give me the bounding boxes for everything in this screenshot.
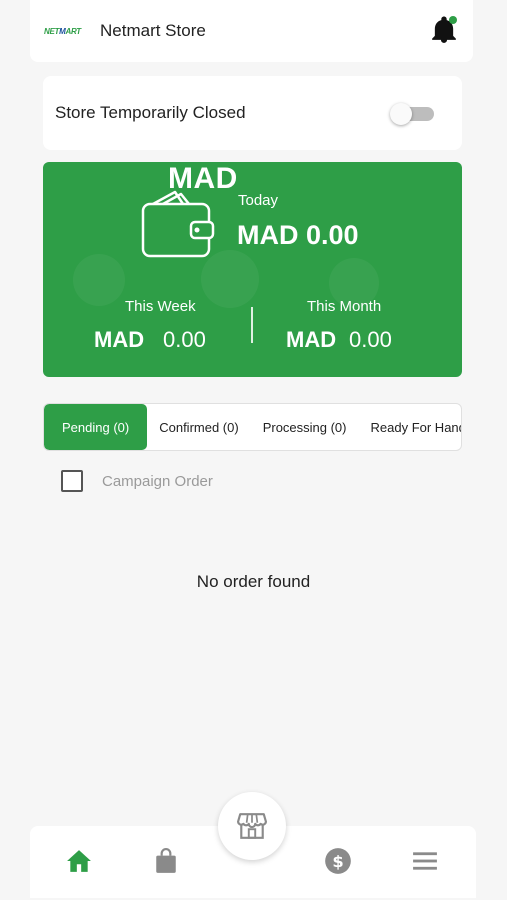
home-icon[interactable] <box>64 846 94 876</box>
bell-icon[interactable] <box>431 16 457 44</box>
dollar-icon[interactable]: $ <box>323 846 353 876</box>
store-icon[interactable] <box>218 792 286 860</box>
month-currency: MAD <box>286 327 337 352</box>
tab-confirmed[interactable]: Confirmed (0) <box>147 404 250 450</box>
store-name: Netmart Store <box>100 21 206 40</box>
campaign-order-checkbox[interactable] <box>61 470 83 492</box>
app-header: NET M ART Netmart Store <box>30 0 473 62</box>
month-label: This Month <box>307 298 382 315</box>
tab-processing[interactable]: Processing (0) <box>251 404 359 450</box>
today-label: Today <box>238 192 279 209</box>
earnings-card: MAD Today MAD 0.00 This Week MAD 0.00 Th… <box>43 162 462 377</box>
netmart-logo: NET M ART <box>44 26 81 36</box>
order-status-tabs: Pending (0) Confirmed (0) Processing (0)… <box>43 403 462 451</box>
week-currency: MAD <box>94 327 145 352</box>
store-closed-label: Store Temporarily Closed <box>55 103 246 122</box>
week-earnings-value: 0.00 <box>163 327 206 352</box>
decor-circle <box>73 254 125 306</box>
menu-icon[interactable] <box>410 846 440 876</box>
svg-text:$: $ <box>332 852 343 871</box>
shopping-bag-icon[interactable] <box>151 846 181 876</box>
month-earnings-value: 0.00 <box>349 327 392 352</box>
earnings-divider <box>251 307 253 343</box>
tab-ready-for-handover[interactable]: Ready For Handover (0) <box>359 404 462 450</box>
wallet-icon <box>141 190 215 258</box>
campaign-order-label: Campaign Order <box>102 472 213 490</box>
tab-pending[interactable]: Pending (0) <box>44 404 148 450</box>
campaign-order-filter[interactable]: Campaign Order <box>61 470 213 492</box>
store-status-card: Store Temporarily Closed <box>43 76 462 150</box>
today-earnings-value: MAD 0.00 <box>237 220 359 250</box>
week-label: This Week <box>125 298 196 315</box>
toggle-knob <box>390 103 412 125</box>
store-closed-toggle[interactable] <box>390 103 434 125</box>
empty-state-message: No order found <box>196 572 311 591</box>
notification-dot <box>449 16 457 24</box>
